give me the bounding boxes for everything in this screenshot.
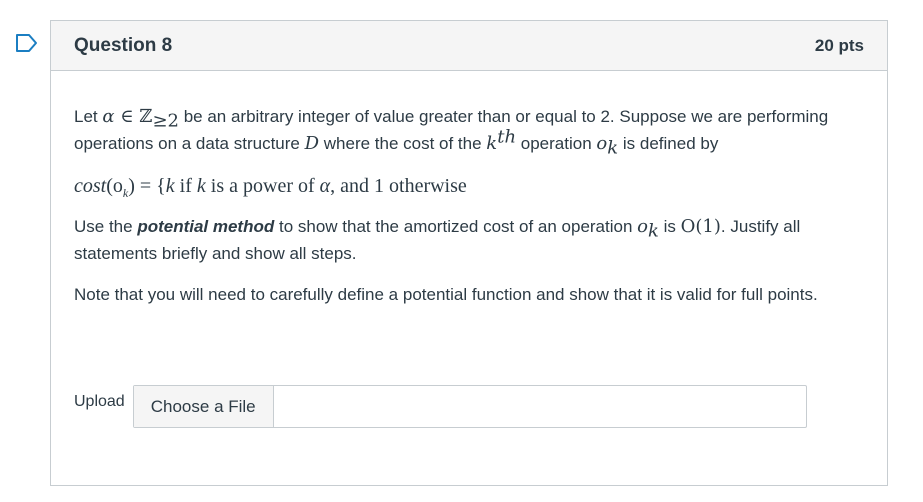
question-paragraph-2: Use the potential method to show that th… [74, 216, 801, 263]
bookmark-flag-icon[interactable] [15, 34, 39, 52]
cost-formula: cost(ok) = {k if k is a power of α, and … [74, 175, 467, 200]
file-name-field[interactable] [274, 386, 806, 427]
upload-row: Upload Choose a File [74, 385, 807, 428]
file-input[interactable]: Choose a File [132, 385, 807, 428]
question-header: Question 8 20 pts [51, 21, 887, 71]
question-title: Question 8 [74, 34, 173, 56]
choose-file-button[interactable]: Choose a File [133, 386, 274, 427]
question-paragraph-3: Note that you will need to carefully def… [74, 285, 818, 304]
upload-label: Upload [74, 393, 125, 410]
question-body: Let α ∈ ℤ≥2 be an arbitrary integer of v… [51, 71, 887, 308]
question-paragraph-1: Let α ∈ ℤ≥2 be an arbitrary integer of v… [74, 106, 829, 159]
question-card: Question 8 20 pts Let α ∈ ℤ≥2 be an arbi… [50, 20, 888, 486]
question-points: 20 pts [814, 35, 864, 55]
